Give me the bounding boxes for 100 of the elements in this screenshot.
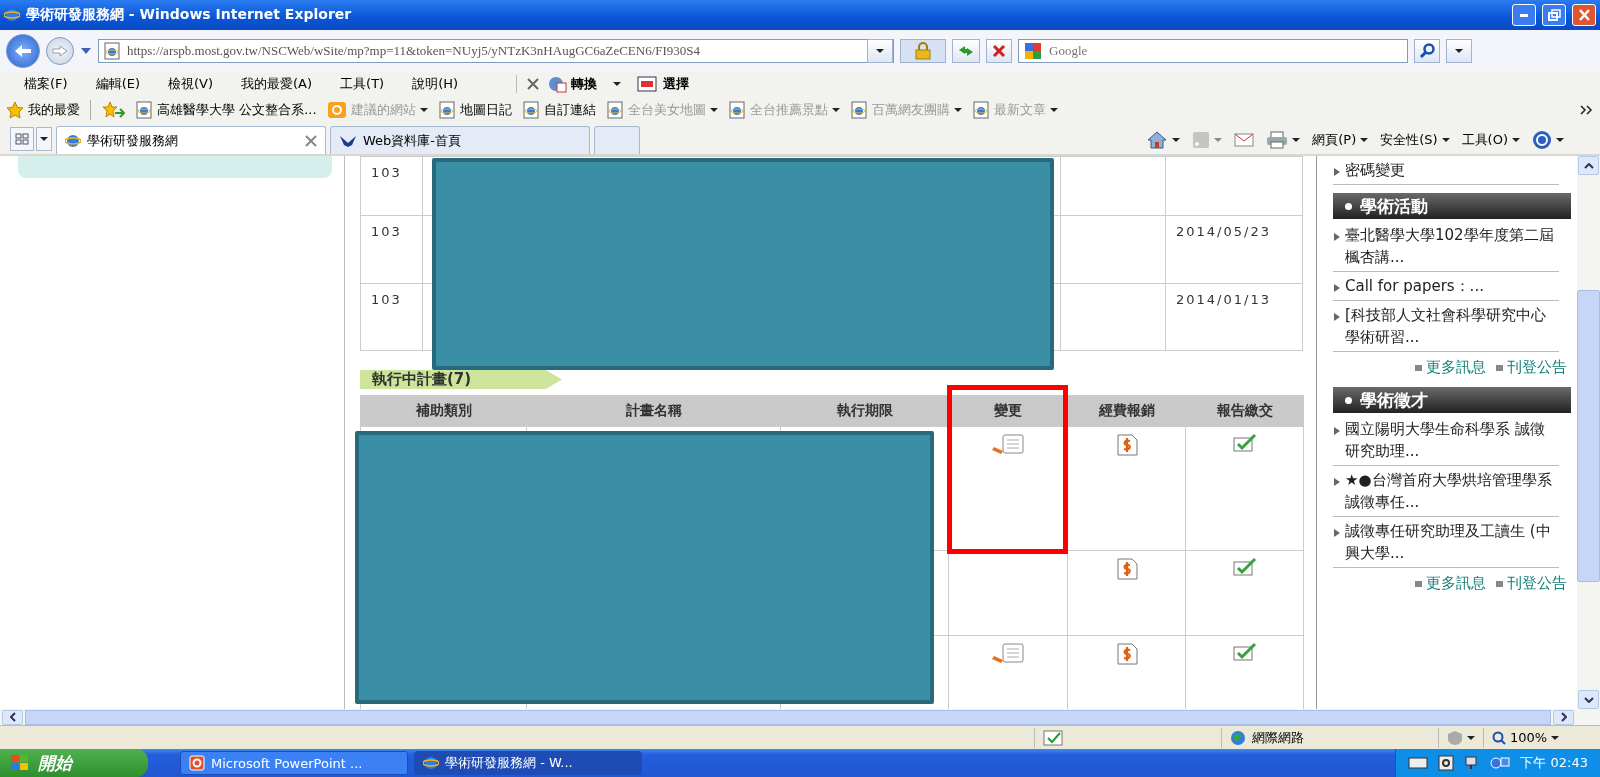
more-link[interactable]: 刊登公告 [1496,574,1567,593]
scroll-up-button[interactable] [1578,156,1599,175]
checkmark-icon[interactable] [1231,557,1258,577]
scroll-right-button[interactable] [1553,709,1574,725]
select-icon [637,75,660,93]
triangle-icon [1333,424,1341,436]
toolbar-button[interactable]: 選擇 [629,75,698,93]
sidebar-link[interactable]: 臺北醫學大學102學年度第二屆楓杏講... [1333,221,1559,272]
table-cell: 103 [360,156,423,216]
minimize-button[interactable] [1512,4,1536,26]
globe-icon [1230,729,1246,746]
right-arrow-icon [52,45,68,57]
print-button[interactable] [1266,131,1301,149]
taskbar-button[interactable]: Microsoft PowerPoint ... [180,751,408,775]
command-button[interactable]: 網頁(P) [1312,131,1369,149]
column-header: 經費報銷 [1067,395,1186,427]
checkmark-icon[interactable] [1231,433,1258,453]
table-cell: 2014/05/23 [1165,215,1303,284]
caret-icon [1172,138,1181,142]
menu-item[interactable]: 說明(H) [402,75,477,93]
menu-item[interactable]: 檢視(V) [158,75,232,93]
close-button[interactable] [1572,4,1596,26]
section-heading: 執行中計畫(7) [360,370,562,389]
lock-button[interactable] [900,39,946,63]
scroll-thumb[interactable] [1577,290,1600,582]
page-icon [971,101,990,119]
caret-icon [1049,108,1058,112]
page-icon [135,101,153,119]
caret-icon [831,108,840,112]
document-pencil-icon[interactable] [991,642,1025,664]
left-arrow-icon [14,44,32,58]
sidebar-link[interactable]: 密碼變更 [1333,156,1559,185]
search-options-button[interactable] [1446,39,1472,63]
close-icon [992,44,1006,58]
dollar-document-icon[interactable] [1114,557,1139,581]
feed-icon [1192,131,1211,149]
caret-icon [1292,138,1301,142]
menu-item[interactable]: 編輯(E) [85,75,158,93]
menu-item[interactable]: 檔案(F) [14,75,86,93]
page-icon [849,101,868,119]
caret-icon [1512,138,1520,142]
browser-icon [65,132,81,149]
monitor-icon [1490,755,1511,771]
command-button[interactable]: 工具(O) [1461,131,1520,149]
address-field[interactable]: https://arspb.most.gov.tw/NSCWeb/wSite/mp?mp=11&token=NUyj5/yNTzK3nHAugGC6aZeCEN6/FI930S4 [98,39,894,63]
favorite-link[interactable]: 我的最愛 [6,101,80,119]
tab-list-button[interactable] [36,127,52,151]
sidebar-link[interactable]: ★●台灣首府大學烘培管理學系誠徵專任... [1333,466,1559,517]
caret-icon [1467,735,1475,740]
convert-icon [547,75,568,93]
favorite-link[interactable]: 地圖日記 [437,101,512,119]
restore-button[interactable] [1542,4,1566,26]
search-button[interactable] [1414,39,1440,63]
vertical-scrollbar[interactable] [1577,156,1600,709]
more-link[interactable]: 刊登公告 [1496,358,1567,377]
mail-button[interactable] [1234,133,1255,147]
home-button[interactable] [1146,130,1181,150]
zoom-button[interactable]: 100% [1492,730,1560,745]
grid-icon [15,133,29,145]
command-button[interactable]: 安全性(S) [1380,131,1450,149]
printer-icon [1266,131,1289,149]
chevron-icon [1580,105,1594,115]
quick-tabs-button[interactable] [10,127,34,151]
menu-item[interactable]: 我的最愛(A) [231,75,331,93]
caret-icon [1551,735,1560,740]
more-link[interactable]: 更多訊息 [1415,358,1486,377]
browser-tab[interactable]: Web資料庫-首頁 [330,126,590,154]
address-dropdown-button[interactable] [867,39,893,63]
favorite-link[interactable]: 高雄醫學大學 公文整合系... [135,101,317,119]
sidebar-link[interactable]: 誠徵專任研究助理及工讀生 (中興大學... [1333,517,1559,568]
sidebar-link[interactable]: Call for papers：... [1333,272,1559,301]
stop-button[interactable] [986,39,1012,63]
refresh-button[interactable] [952,39,980,63]
caret-icon [709,108,718,112]
dollar-document-icon[interactable] [1114,642,1139,666]
back-button[interactable] [6,34,40,68]
help-button[interactable] [1532,130,1564,150]
clock: 下午 02:43 [1520,754,1588,772]
favorite-link[interactable]: 自訂連結 [521,101,596,119]
menu-item[interactable]: 工具(T) [330,75,403,93]
search-field[interactable]: Google [1018,39,1408,63]
taskbar-button[interactable]: 學術研發服務網 - W... [414,751,642,775]
page-icon [727,101,746,119]
sidebar-link[interactable]: [科技部人文社會科學研究中心學術研習... [1333,301,1559,352]
checkmark-icon[interactable] [1231,642,1258,662]
triangle-icon [1333,475,1341,487]
dollar-document-icon[interactable] [1114,433,1139,457]
column-header: 報告繳交 [1185,395,1304,427]
scroll-down-button[interactable] [1578,690,1599,709]
browser-tab[interactable]: 學術研發服務網 [56,126,326,154]
caret-icon [613,82,622,86]
more-link[interactable]: 更多訊息 [1415,574,1486,593]
close-icon [1577,8,1591,22]
sidebar-link[interactable]: 國立陽明大學生命科學系 誠徵研究助理... [1333,415,1559,466]
forward-button[interactable] [46,37,74,65]
toolbar-button[interactable]: 轉換 [539,75,630,93]
caret-icon [1455,49,1463,53]
security-button[interactable] [1447,729,1475,746]
scroll-left-button[interactable] [2,709,23,725]
document-pencil-icon[interactable] [991,433,1025,455]
